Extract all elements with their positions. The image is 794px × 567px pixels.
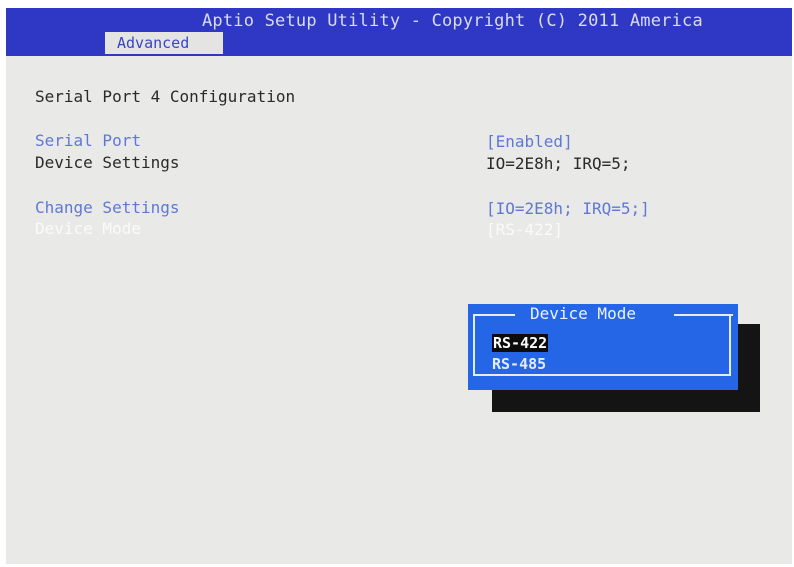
page-title: Serial Port 4 Configuration: [35, 87, 296, 106]
title-bar: Aptio Setup Utility - Copyright (C) 2011…: [6, 8, 792, 54]
device-mode-popup: Device Mode RS-422 RS-485: [468, 304, 738, 390]
change-settings-value[interactable]: [IO=2E8h; IRQ=5;]: [486, 199, 650, 218]
utility-title: Aptio Setup Utility - Copyright (C) 2011…: [202, 11, 703, 31]
device-mode-value[interactable]: [RS-422]: [486, 220, 563, 239]
popup-title: Device Mode: [530, 304, 636, 323]
bios-screen: Aptio Setup Utility - Copyright (C) 2011…: [6, 8, 792, 564]
tab-advanced[interactable]: Advanced: [105, 32, 223, 54]
option-rs-422[interactable]: RS-422: [492, 334, 549, 352]
serial-port-value[interactable]: [Enabled]: [486, 132, 573, 151]
device-settings-label: Device Settings: [35, 153, 180, 172]
option-rs-422-label: RS-422: [492, 334, 549, 352]
option-rs-485[interactable]: RS-485: [492, 355, 546, 373]
serial-port-label[interactable]: Serial Port: [35, 131, 141, 150]
popup-frame-top-left: [473, 314, 515, 316]
popup-frame-top-right: [674, 314, 733, 316]
change-settings-label[interactable]: Change Settings: [35, 198, 180, 217]
device-mode-label[interactable]: Device Mode: [35, 219, 141, 238]
device-settings-value: IO=2E8h; IRQ=5;: [486, 154, 631, 173]
